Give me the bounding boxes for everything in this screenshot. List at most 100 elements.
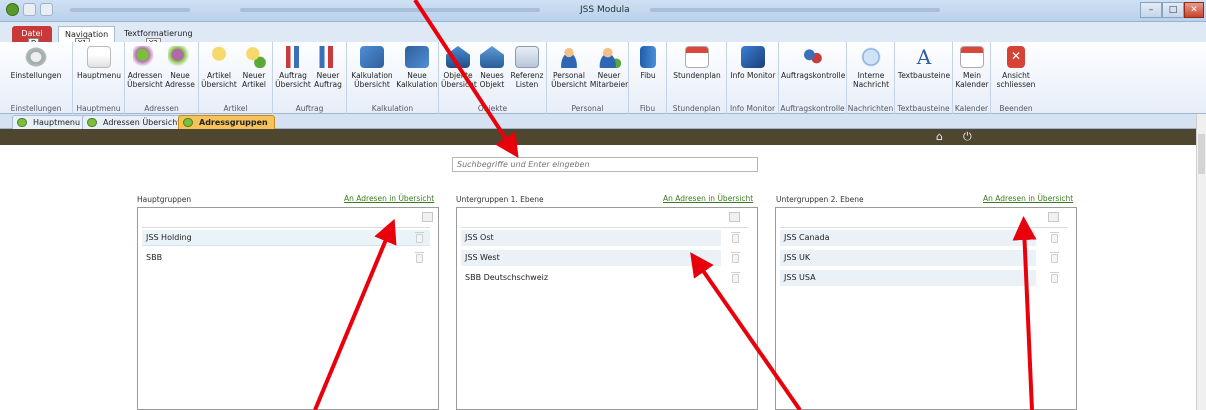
button-label: Adressen Übersicht xyxy=(127,71,163,89)
document-tabs: Hauptmenu Adressen Übersicht Adressgrupp… xyxy=(0,114,1206,129)
group-label: Personal xyxy=(571,104,604,113)
button-label: Hauptmenu xyxy=(76,71,122,80)
vertical-scrollbar[interactable] xyxy=(1196,114,1206,410)
column-title-untergruppen-1: Untergruppen 1. Ebene xyxy=(456,195,544,204)
group-label: Objekte xyxy=(477,104,508,113)
ledger-icon xyxy=(640,46,656,68)
doc-tab-adressgruppen[interactable]: Adressgruppen xyxy=(178,115,275,129)
group-personal: Personal Übersicht Neuer Mitarbeier Pers… xyxy=(547,42,629,114)
trash-icon[interactable] xyxy=(422,212,433,222)
ansicht-schliessen-button[interactable]: ✕ Ansicht schliessen xyxy=(993,46,1039,89)
save-icon[interactable] xyxy=(23,3,36,16)
undo-icon[interactable] xyxy=(40,3,53,16)
trash-icon[interactable] xyxy=(731,232,740,243)
auftragskontrolle-button[interactable]: Auftragskontrolle xyxy=(781,46,845,80)
trash-icon[interactable] xyxy=(415,232,424,243)
trash-icon[interactable] xyxy=(1048,212,1059,222)
trash-icon[interactable] xyxy=(729,212,740,222)
group-auftrag: Auftrag Übersicht Neuer Auftrag Auftrag xyxy=(273,42,347,114)
list-item[interactable]: SBB xyxy=(142,250,430,266)
link-an-adresen-untergruppen-1[interactable]: An Adresen in Übersicht xyxy=(663,194,753,203)
adressen-uebersicht-button[interactable]: Adressen Übersicht xyxy=(127,46,163,89)
trash-icon[interactable] xyxy=(731,272,740,283)
lightbulb-icon xyxy=(207,46,231,68)
employee-icon xyxy=(557,46,581,68)
group-label: Adressen xyxy=(144,104,179,113)
trash-icon[interactable] xyxy=(1050,252,1059,263)
personal-uebersicht-button[interactable]: Personal Übersicht xyxy=(549,46,589,89)
link-an-adresen-untergruppen-2[interactable]: An Adresen in Übersicht xyxy=(983,194,1073,203)
divider xyxy=(142,227,430,228)
info-monitor-button[interactable]: Info Monitor xyxy=(729,46,777,80)
text-block-icon: A xyxy=(916,45,932,69)
house-icon xyxy=(87,46,111,68)
blurred-titlebar-area xyxy=(650,8,940,12)
neue-adresse-button[interactable]: Neue Adresse xyxy=(163,46,197,89)
stundenplan-button[interactable]: Stundenplan xyxy=(669,46,725,80)
group-auftragskontrolle: Auftragskontrolle Auftragskontrolle xyxy=(779,42,847,114)
hauptmenu-button[interactable]: Hauptmenu xyxy=(75,46,123,80)
window-controls: – □ xyxy=(1140,2,1184,18)
objekte-uebersicht-button[interactable]: Objekte Übersicht xyxy=(441,46,477,89)
button-label: Einstellungen xyxy=(10,71,62,80)
fibu-button[interactable]: Fibu xyxy=(631,46,665,80)
neuer-auftrag-button[interactable]: Neuer Auftrag xyxy=(311,46,345,89)
referenz-listen-button[interactable]: Referenz Listen xyxy=(509,46,545,89)
column-title-hauptgruppen: Hauptgruppen xyxy=(137,195,192,204)
neuer-artikel-button[interactable]: Neuer Artikel xyxy=(237,46,271,89)
minimize-button[interactable]: – xyxy=(1140,2,1162,18)
trash-icon[interactable] xyxy=(415,252,424,263)
interne-nachricht-button[interactable]: Interne Nachricht xyxy=(849,46,893,89)
trash-icon[interactable] xyxy=(1050,272,1059,283)
einstellungen-button[interactable]: Einstellungen xyxy=(2,46,70,80)
list-item[interactable]: JSS USA xyxy=(780,270,1036,286)
link-an-adresen-hauptgruppen[interactable]: An Adresen in Übersicht xyxy=(344,194,434,203)
list-item[interactable]: JSS Holding xyxy=(142,230,430,246)
group-label: Auftrag xyxy=(295,104,324,113)
home-icon[interactable]: ⌂ xyxy=(936,131,948,143)
calendar-icon xyxy=(960,46,984,68)
list-item[interactable]: JSS Canada xyxy=(780,230,1036,246)
trash-icon[interactable] xyxy=(731,252,740,263)
add-person-icon xyxy=(168,46,192,68)
button-label: Neue Kalkulation xyxy=(396,71,438,89)
artikel-uebersicht-button[interactable]: Artikel Übersicht xyxy=(201,46,237,89)
list-item[interactable]: JSS West xyxy=(461,250,721,266)
power-icon[interactable]: ⏻ xyxy=(963,131,975,143)
group-kalender: Mein Kalender Kalender xyxy=(953,42,991,114)
button-label: Mein Kalender xyxy=(955,71,989,89)
scrollbar-thumb[interactable] xyxy=(1198,134,1205,174)
neue-kalkulation-button[interactable]: Neue Kalkulation xyxy=(395,46,439,89)
search-input[interactable] xyxy=(452,157,758,172)
neues-objekt-button[interactable]: Neues Objekt xyxy=(475,46,509,89)
group-label: Info Monitor xyxy=(729,104,776,113)
maximize-button[interactable]: □ xyxy=(1162,2,1184,18)
mein-kalender-button[interactable]: Mein Kalender xyxy=(955,46,989,89)
app-logo-icon[interactable] xyxy=(6,3,19,16)
list-item[interactable]: JSS UK xyxy=(780,250,1036,266)
button-label: Referenz Listen xyxy=(510,71,544,89)
auftrag-uebersicht-button[interactable]: Auftrag Übersicht xyxy=(275,46,311,89)
window-title: JSS Modula xyxy=(580,5,630,15)
panel-hauptgruppen: JSS Holding SBB xyxy=(137,207,439,410)
kalkulation-uebersicht-button[interactable]: Kalkulation Übersicht xyxy=(349,46,395,89)
button-label: Interne Nachricht xyxy=(852,71,890,89)
neuer-mitarbeiter-button[interactable]: Neuer Mitarbeier xyxy=(589,46,629,89)
group-objekte: Objekte Übersicht Neues Objekt Referenz … xyxy=(439,42,547,114)
column-title-untergruppen-2: Untergruppen 2. Ebene xyxy=(776,195,864,204)
group-label: Hauptmenu xyxy=(76,104,121,113)
close-button[interactable]: ✕ xyxy=(1184,2,1204,18)
list-item[interactable]: JSS Ost xyxy=(461,230,721,246)
group-adressen: Adressen Übersicht Neue Adresse Adressen xyxy=(125,42,199,114)
group-kalkulation: Kalkulation Übersicht Neue Kalkulation K… xyxy=(347,42,439,114)
trash-icon[interactable] xyxy=(1050,232,1059,243)
order-control-icon xyxy=(801,46,825,68)
doc-tab-adressen-uebersicht[interactable]: Adressen Übersicht xyxy=(82,115,188,129)
monitor-icon xyxy=(741,46,765,68)
calculator-icon xyxy=(360,46,384,68)
blurred-titlebar-area xyxy=(240,8,540,12)
list-item[interactable]: SBB Deutschschweiz xyxy=(461,270,749,286)
textbausteine-button[interactable]: A Textbausteine xyxy=(897,46,951,80)
doc-tab-hauptmenu[interactable]: Hauptmenu xyxy=(12,115,88,129)
panel-untergruppen-2: JSS Canada JSS UK JSS USA xyxy=(775,207,1077,410)
